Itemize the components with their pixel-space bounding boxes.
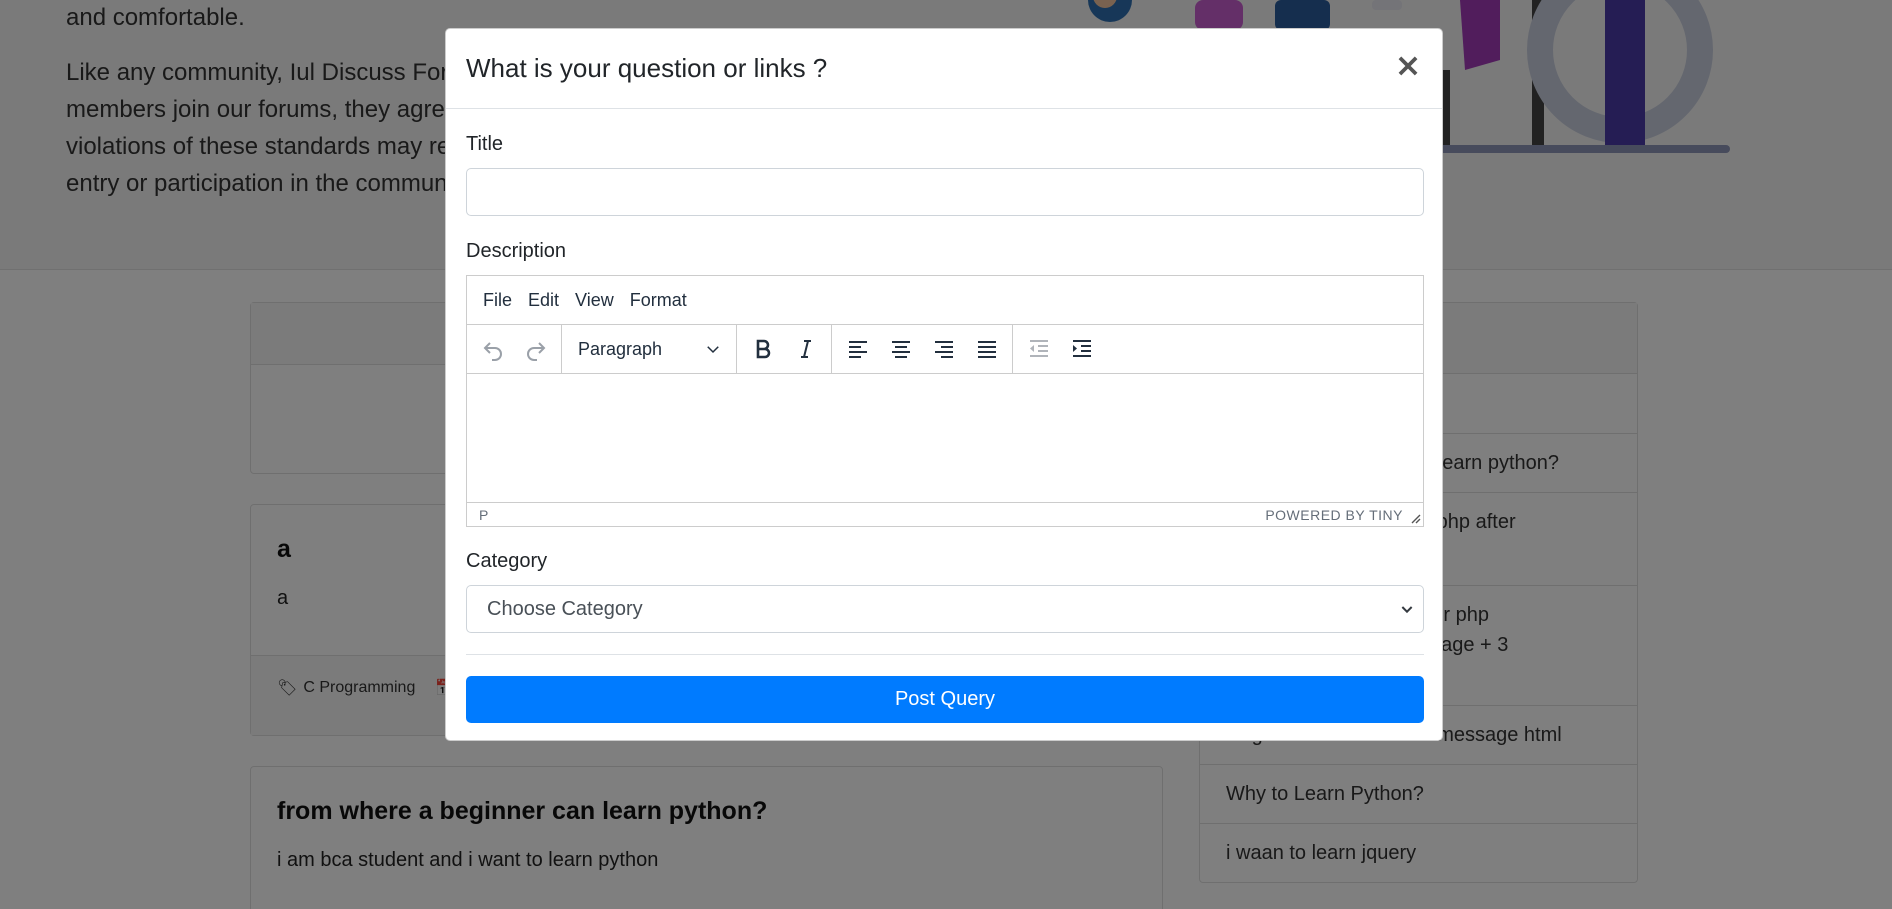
align-group xyxy=(832,325,1013,373)
menu-format[interactable]: Format xyxy=(622,290,695,311)
category-select[interactable]: Choose Category xyxy=(466,585,1424,633)
modal-header: What is your question or links ? × xyxy=(446,29,1442,109)
category-label: Category xyxy=(466,550,548,572)
menu-edit[interactable]: Edit xyxy=(520,290,567,311)
redo-icon[interactable] xyxy=(514,330,557,368)
editor-content-area[interactable] xyxy=(467,374,1423,502)
align-center-icon[interactable] xyxy=(879,330,922,368)
element-path[interactable]: P xyxy=(479,507,488,523)
modal-title: What is your question or links ? xyxy=(466,53,828,83)
align-left-icon[interactable] xyxy=(836,330,879,368)
align-justify-icon[interactable] xyxy=(965,330,1008,368)
block-format-value: Paragraph xyxy=(578,338,663,359)
menu-view[interactable]: View xyxy=(567,290,622,311)
indent-group xyxy=(1013,325,1107,373)
close-icon[interactable]: × xyxy=(1390,47,1426,83)
ask-question-modal: What is your question or links ? × Title… xyxy=(445,28,1443,741)
block-format-select[interactable]: Paragraph xyxy=(566,330,732,368)
indent-icon[interactable] xyxy=(1060,330,1103,368)
resize-handle-icon[interactable] xyxy=(1409,512,1421,524)
editor-toolbar: Paragraph xyxy=(467,325,1423,374)
italic-icon[interactable] xyxy=(784,330,827,368)
undo-icon[interactable] xyxy=(471,330,514,368)
align-right-icon[interactable] xyxy=(922,330,965,368)
editor-statusbar: P POWERED BY TINY xyxy=(467,502,1423,526)
modal-divider xyxy=(466,654,1424,655)
description-label: Description xyxy=(466,240,567,262)
format-group: Paragraph xyxy=(562,325,737,373)
editor-menubar: File Edit View Format xyxy=(467,276,1423,325)
post-query-button[interactable]: Post Query xyxy=(466,676,1424,723)
bold-icon[interactable] xyxy=(741,330,784,368)
title-input[interactable] xyxy=(466,168,1424,216)
chevron-down-icon xyxy=(707,346,719,354)
title-label: Title xyxy=(466,133,504,155)
style-group xyxy=(737,325,832,373)
menu-file[interactable]: File xyxy=(475,290,520,311)
powered-by-link[interactable]: POWERED BY TINY xyxy=(1265,507,1403,523)
outdent-icon[interactable] xyxy=(1017,330,1060,368)
category-select-value: Choose Category xyxy=(487,597,643,620)
history-group xyxy=(467,325,562,373)
chevron-down-icon xyxy=(1401,606,1413,614)
rich-text-editor: File Edit View Format Paragraph P POWERE… xyxy=(466,275,1424,527)
